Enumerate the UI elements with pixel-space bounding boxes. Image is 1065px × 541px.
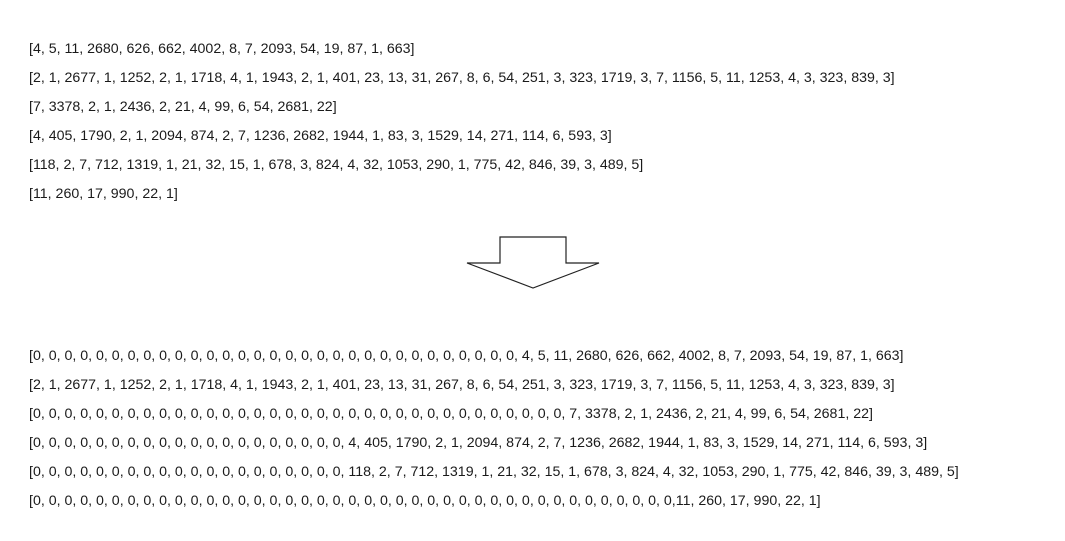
down-arrow-shape <box>466 236 600 289</box>
sequence-line: [4, 5, 11, 2680, 626, 662, 4002, 8, 7, 2… <box>29 41 415 57</box>
sequence-line: [2, 1, 2677, 1, 1252, 2, 1, 1718, 4, 1, … <box>29 70 895 86</box>
padded-sequences: [0, 0, 0, 0, 0, 0, 0, 0, 0, 0, 0, 0, 0, … <box>29 342 959 516</box>
padded-sequence-line: [0, 0, 0, 0, 0, 0, 0, 0, 0, 0, 0, 0, 0, … <box>29 493 821 509</box>
sequence-line: [118, 2, 7, 712, 1319, 1, 21, 32, 15, 1,… <box>29 157 644 173</box>
padded-sequence-line: [0, 0, 0, 0, 0, 0, 0, 0, 0, 0, 0, 0, 0, … <box>29 406 873 422</box>
padded-sequence-line: [0, 0, 0, 0, 0, 0, 0, 0, 0, 0, 0, 0, 0, … <box>29 348 904 364</box>
padded-sequence-line: [0, 0, 0, 0, 0, 0, 0, 0, 0, 0, 0, 0, 0, … <box>29 435 928 451</box>
padded-sequence-line: [2, 1, 2677, 1, 1252, 2, 1, 1718, 4, 1, … <box>29 377 895 393</box>
unpadded-sequences: [4, 5, 11, 2680, 626, 662, 4002, 8, 7, 2… <box>29 35 895 209</box>
padded-sequence-line: [0, 0, 0, 0, 0, 0, 0, 0, 0, 0, 0, 0, 0, … <box>29 464 959 480</box>
down-arrow-icon <box>466 236 600 289</box>
sequence-line: [4, 405, 1790, 2, 1, 2094, 874, 2, 7, 12… <box>29 128 612 144</box>
sequence-line: [11, 260, 17, 990, 22, 1] <box>29 186 178 202</box>
sequence-line: [7, 3378, 2, 1, 2436, 2, 21, 4, 99, 6, 5… <box>29 99 337 115</box>
